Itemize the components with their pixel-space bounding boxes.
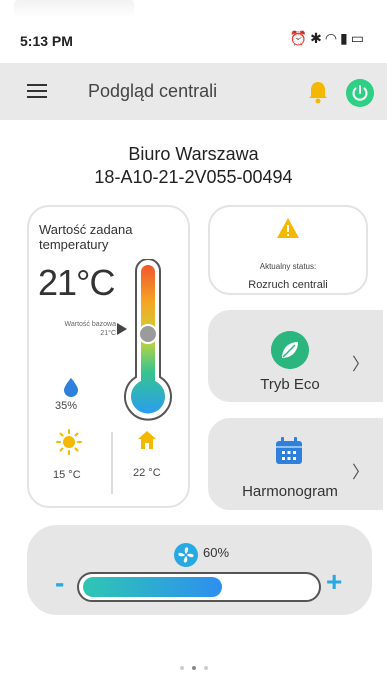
fan-speed-fill — [83, 577, 222, 597]
location-header: Biuro Warszawa 18-A10-21-2V055-00494 — [0, 143, 387, 189]
page-title: Podgląd centrali — [88, 81, 218, 101]
bell-icon[interactable] — [307, 80, 329, 104]
setpoint-label: Wartość zadana temperatury — [39, 222, 133, 252]
signal-icon: ▮ — [340, 31, 351, 47]
warning-icon — [277, 218, 299, 238]
divider — [111, 432, 113, 494]
outside-temperature: 15 °C — [53, 469, 81, 481]
battery-icon: ▭ — [350, 31, 367, 47]
bluetooth-icon: ✱ — [310, 31, 325, 47]
humidity-value: 35% — [55, 400, 78, 412]
page-dot[interactable] — [179, 666, 184, 670]
page-dot[interactable] — [203, 666, 208, 670]
status-value: Rozruch centrali — [248, 279, 328, 291]
fan-icon — [174, 543, 198, 567]
calendar-icon — [276, 437, 302, 464]
schedule-button[interactable]: Harmonogram 〉 — [208, 418, 383, 510]
eco-mode-label: Tryb Eco — [260, 376, 320, 393]
hamburger-icon[interactable] — [27, 84, 47, 98]
chevron-right-icon: 〉 — [352, 355, 369, 375]
power-icon[interactable] — [346, 79, 374, 107]
chevron-right-icon: 〉 — [352, 463, 369, 483]
schedule-label: Harmonogram — [242, 483, 338, 500]
temperature-card[interactable]: Wartość zadana temperatury 21°C Wartość … — [27, 205, 190, 508]
notification-ghost — [14, 0, 134, 18]
clock: 5:13 PM — [20, 33, 73, 49]
fan-control-card: 60% - + — [27, 525, 372, 615]
fan-decrease-button[interactable]: - — [55, 567, 64, 599]
status-card: Aktualny status: Rozruch centrali — [208, 205, 368, 295]
house-icon — [138, 431, 156, 449]
thermometer-slider[interactable] — [119, 259, 177, 423]
status-bar: 5:13 PM ⏰✱◠▮▭ — [0, 0, 387, 63]
device-id: 18-A10-21-2V055-00494 — [94, 167, 293, 187]
fan-increase-button[interactable]: + — [326, 566, 342, 598]
humidity-drop-icon — [64, 378, 78, 397]
fan-speed-value: 60% — [203, 545, 230, 560]
page-dot[interactable] — [191, 666, 196, 670]
fan-speed-slider[interactable] — [77, 572, 321, 602]
eco-mode-button[interactable]: Tryb Eco 〉 — [208, 310, 383, 402]
setpoint-value: 21°C — [38, 262, 115, 303]
wifi-icon: ◠ — [324, 31, 341, 47]
alarm-icon: ⏰ — [289, 31, 311, 47]
status-label: Aktualny status: — [259, 262, 317, 271]
sun-icon — [56, 429, 82, 455]
location-name: Biuro Warszawa — [128, 144, 259, 164]
leaf-icon — [271, 331, 309, 369]
app-bar: Podgląd centrali — [0, 63, 387, 120]
page-indicator — [0, 657, 387, 675]
inside-temperature: 22 °C — [133, 467, 161, 479]
system-icons: ⏰✱◠▮▭ — [290, 31, 367, 47]
base-temperature-label: Wartość bazowa 21°C — [64, 321, 116, 337]
